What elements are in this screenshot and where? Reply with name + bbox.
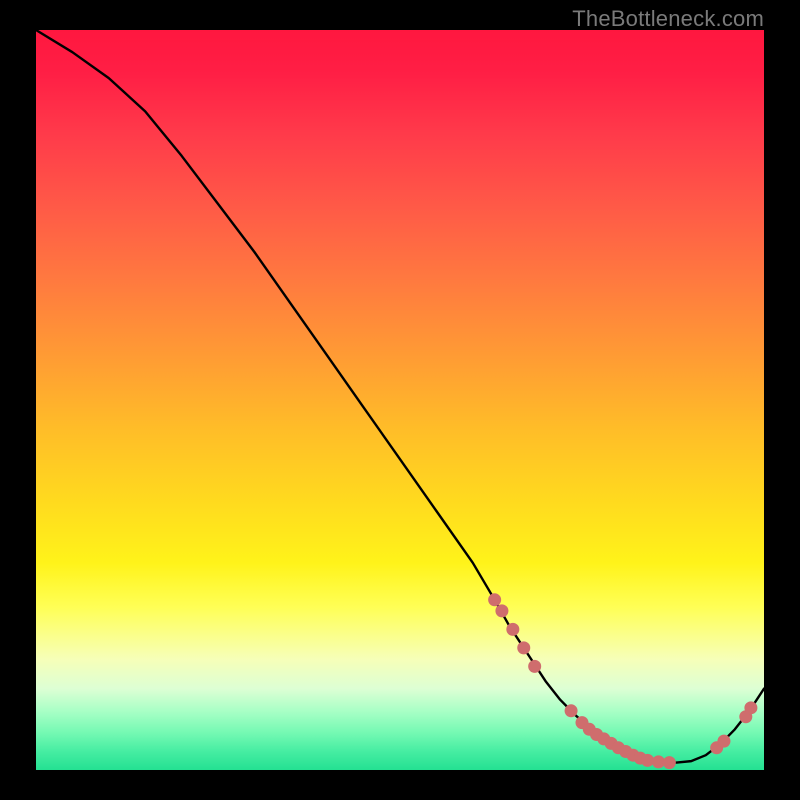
- bottleneck-curve: [36, 30, 764, 763]
- data-marker: [641, 754, 654, 767]
- data-marker: [517, 641, 530, 654]
- data-marker: [495, 604, 508, 617]
- data-marker: [663, 756, 676, 769]
- watermark-text: TheBottleneck.com: [572, 6, 764, 32]
- data-markers: [488, 593, 757, 769]
- data-marker: [744, 701, 757, 714]
- chart-overlay: [36, 30, 764, 770]
- data-marker: [488, 593, 501, 606]
- data-marker: [528, 660, 541, 673]
- chart-frame: TheBottleneck.com: [0, 0, 800, 800]
- data-marker: [506, 623, 519, 636]
- data-marker: [565, 704, 578, 717]
- data-marker: [717, 735, 730, 748]
